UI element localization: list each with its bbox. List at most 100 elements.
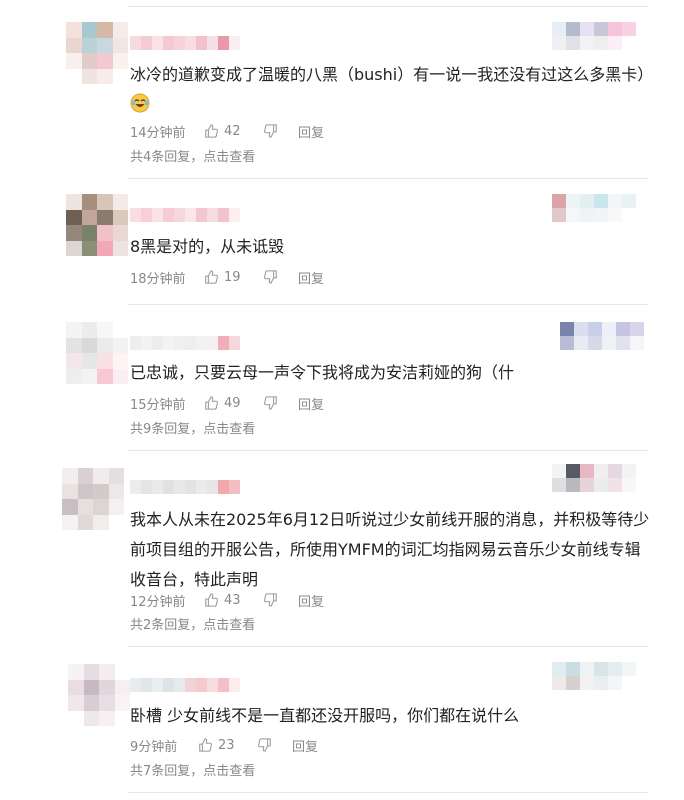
- username-pixel: [218, 36, 229, 50]
- thumbnail-pixel: [594, 22, 608, 36]
- username-pixel: [141, 480, 152, 494]
- thumbnail-pixel: [566, 208, 580, 222]
- avatar-pixel: [108, 499, 124, 515]
- thumbs-up-icon: [205, 124, 218, 138]
- thumbs-down-icon: [264, 270, 277, 284]
- thumbnail-pixel: [608, 194, 622, 208]
- avatar-pixel: [62, 483, 78, 499]
- view-replies-link[interactable]: 共2条回复，点击查看: [130, 614, 255, 633]
- avatar-pixel: [81, 225, 97, 241]
- avatar[interactable]: [66, 194, 128, 256]
- reply-button[interactable]: 回复: [292, 736, 318, 755]
- avatar-pixel: [99, 679, 115, 695]
- divider: [128, 6, 648, 7]
- thumbnail-pixel: [552, 662, 566, 676]
- thumbnail-pixel: [594, 676, 608, 690]
- username-pixel: [218, 208, 229, 222]
- username[interactable]: [130, 36, 240, 50]
- avatar-pixel: [97, 53, 113, 69]
- avatar[interactable]: [62, 468, 124, 530]
- avatar[interactable]: [68, 664, 130, 726]
- username-pixel: [152, 208, 163, 222]
- avatar-pixel: [81, 37, 97, 53]
- avatar-pixel: [81, 368, 97, 384]
- thumbnail-pixel: [552, 194, 566, 208]
- avatar-pixel: [77, 499, 93, 515]
- like-button[interactable]: 19: [204, 270, 264, 285]
- thumbnail-pixel: [566, 36, 580, 50]
- avatar-pixel: [68, 679, 84, 695]
- avatar-pixel: [112, 37, 128, 53]
- thumbnail-pixel: [608, 478, 622, 492]
- thumbnail-pixel: [594, 36, 608, 50]
- comment-image-thumbnail[interactable]: [552, 464, 636, 492]
- thumbnail-pixel: [622, 662, 636, 676]
- comment-text: 已忠诚，只要云母一声令下我将成为安洁莉娅的狗（什: [130, 363, 515, 382]
- username-pixel: [141, 336, 152, 350]
- username-pixel: [196, 678, 207, 692]
- view-replies-link[interactable]: 共4条回复，点击查看: [130, 146, 255, 165]
- avatar[interactable]: [66, 322, 128, 384]
- username-pixel: [185, 480, 196, 494]
- username-pixel: [229, 208, 240, 222]
- comment-image-thumbnail[interactable]: [560, 322, 644, 350]
- thumbnail-pixel: [580, 194, 594, 208]
- thumbnail-pixel: [560, 336, 574, 350]
- comment-text: 冰冷的道歉变成了温暖的八黑（bushi）有一说一我还没有过这么多黑卡）: [130, 60, 653, 120]
- like-button[interactable]: 43: [204, 593, 264, 608]
- username-pixel: [229, 336, 240, 350]
- thumbs-down-icon: [264, 124, 277, 138]
- like-button[interactable]: 42: [204, 124, 264, 139]
- comment-meta: 18分钟前 19 回复: [130, 268, 324, 287]
- avatar-pixel: [97, 368, 113, 384]
- reply-button[interactable]: 回复: [298, 122, 324, 141]
- thumbnail-pixel: [622, 194, 636, 208]
- avatar-pixel: [93, 514, 109, 530]
- avatar-pixel: [97, 37, 113, 53]
- username-pixel: [163, 36, 174, 50]
- dislike-button[interactable]: [258, 738, 292, 752]
- username[interactable]: [130, 678, 240, 692]
- avatar-pixel: [112, 53, 128, 69]
- divider: [128, 178, 648, 179]
- reply-button[interactable]: 回复: [298, 268, 324, 287]
- avatar-pixel: [112, 22, 128, 38]
- thumbnail-pixel: [552, 464, 566, 478]
- view-replies-link[interactable]: 共7条回复，点击查看: [130, 760, 255, 779]
- avatar-pixel: [81, 209, 97, 225]
- dislike-button[interactable]: [264, 270, 298, 284]
- like-button[interactable]: 23: [198, 738, 258, 753]
- comment-image-thumbnail[interactable]: [552, 22, 636, 50]
- view-replies-link[interactable]: 共9条回复，点击查看: [130, 418, 255, 437]
- username-pixel: [196, 208, 207, 222]
- reply-button[interactable]: 回复: [298, 591, 324, 610]
- thumbnail-pixel: [622, 676, 636, 690]
- dislike-button[interactable]: [264, 396, 298, 410]
- username-pixel: [174, 336, 185, 350]
- dislike-button[interactable]: [264, 124, 298, 138]
- username-pixel: [174, 480, 185, 494]
- username-pixel: [141, 208, 152, 222]
- avatar-pixel: [68, 664, 84, 680]
- reply-button[interactable]: 回复: [298, 394, 324, 413]
- dislike-button[interactable]: [264, 593, 298, 607]
- like-button[interactable]: 49: [204, 396, 264, 411]
- crying-laughing-emoji-icon: [130, 93, 150, 113]
- username[interactable]: [130, 480, 240, 494]
- thumbnail-pixel: [594, 464, 608, 478]
- avatar-pixel: [81, 22, 97, 38]
- username-pixel: [185, 36, 196, 50]
- comment-image-thumbnail[interactable]: [552, 194, 636, 222]
- avatar-pixel: [62, 468, 78, 484]
- thumbnail-pixel: [552, 478, 566, 492]
- username[interactable]: [130, 208, 240, 222]
- avatar-pixel: [68, 695, 84, 711]
- avatar[interactable]: [66, 22, 128, 84]
- username[interactable]: [130, 336, 240, 350]
- thumbnail-pixel: [616, 336, 630, 350]
- comment-image-thumbnail[interactable]: [552, 662, 636, 690]
- avatar-pixel: [114, 710, 130, 726]
- thumbnail-pixel: [566, 478, 580, 492]
- thumbnail-pixel: [580, 478, 594, 492]
- avatar-pixel: [66, 337, 82, 353]
